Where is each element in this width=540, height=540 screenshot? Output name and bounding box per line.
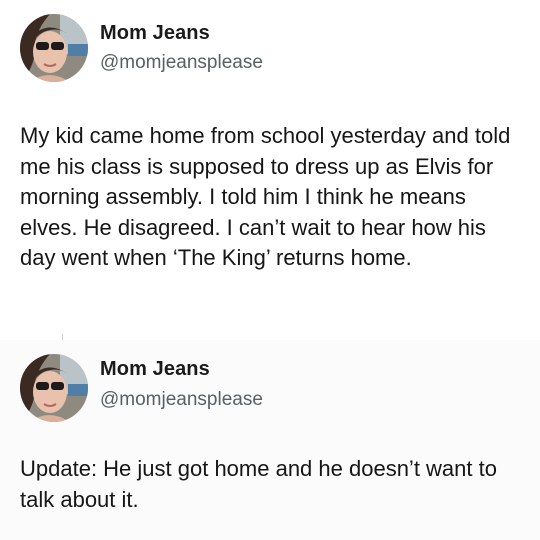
display-name[interactable]: Mom Jeans: [100, 22, 210, 45]
tweet-text: My kid came home from school yesterday a…: [20, 123, 511, 270]
profile-photo-icon: [20, 354, 88, 422]
tweet-reply: Mom Jeans @momjeansplease Update: He jus…: [0, 340, 540, 540]
tweet-original: Mom Jeans @momjeansplease My kid came ho…: [0, 0, 540, 340]
avatar[interactable]: [20, 14, 88, 82]
display-name[interactable]: Mom Jeans: [100, 358, 210, 381]
avatar[interactable]: [20, 354, 88, 422]
tweet-text: Update: He just got home and he doesn’t …: [20, 456, 497, 512]
user-handle[interactable]: @momjeansplease: [100, 389, 263, 411]
user-handle[interactable]: @momjeansplease: [100, 52, 263, 74]
profile-photo-icon: [20, 14, 88, 82]
